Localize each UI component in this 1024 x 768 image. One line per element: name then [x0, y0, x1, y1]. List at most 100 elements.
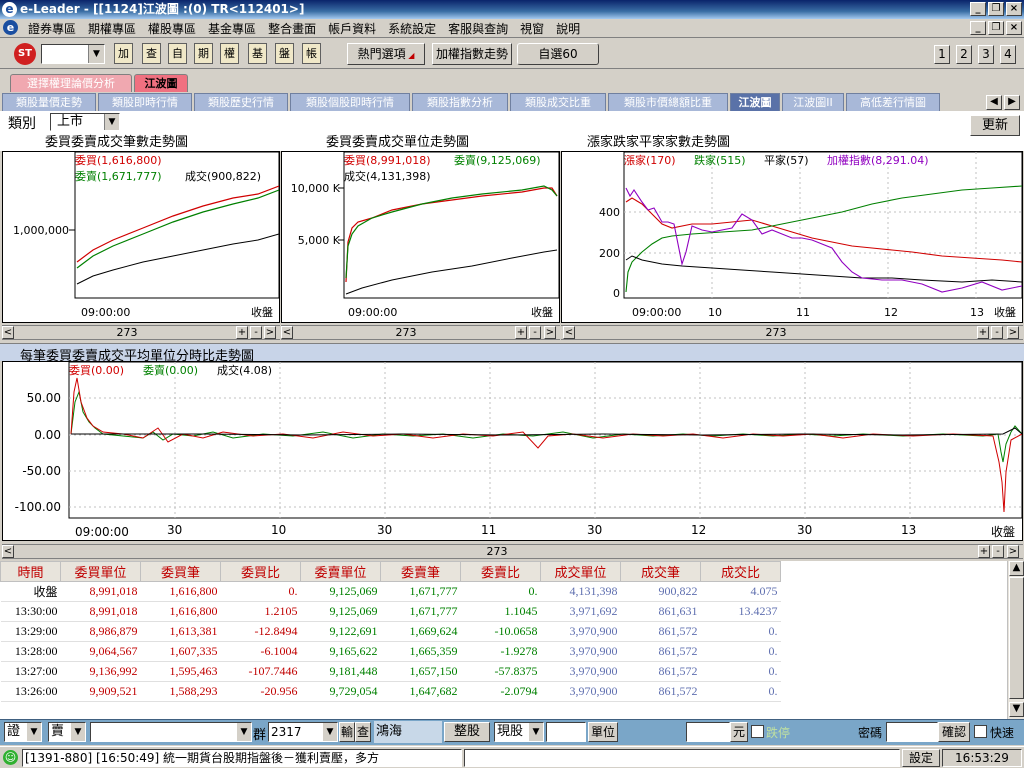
price-input[interactable]	[686, 722, 730, 742]
toolbar-icon-button[interactable]: 權	[220, 43, 239, 64]
tab-sector-stock-realtime[interactable]: 類股個股即時行情	[290, 93, 410, 111]
quantity-input[interactable]	[546, 722, 586, 742]
settings-button[interactable]: 設定	[902, 749, 940, 767]
minimize-icon[interactable]: _	[970, 21, 986, 35]
layout-2-button[interactable]: 2	[956, 45, 972, 64]
tab-jiangbo-chart-2[interactable]: 江波圖II	[782, 93, 844, 111]
layout-4-button[interactable]: 4	[1000, 45, 1016, 64]
account-select[interactable]: ▼	[90, 722, 252, 742]
chevron-down-icon[interactable]: ▼	[27, 723, 41, 741]
menu-item[interactable]: 系統設定	[382, 20, 442, 37]
table-row[interactable]: 13:29:00 8,986,879 1,613,381 -12.8494 9,122,…	[0, 621, 781, 642]
tab-sector-history[interactable]: 類股歷史行情	[194, 93, 288, 111]
input-button[interactable]: 輸	[339, 722, 355, 742]
minimize-icon[interactable]: _	[970, 2, 986, 16]
table-row[interactable]: 收盤 8,991,018 1,616,800 0. 9,125,069 1,671,777…	[0, 581, 781, 602]
menu-item[interactable]: 整合畫面	[262, 20, 322, 37]
toolbar-icon-button[interactable]: 盤	[275, 43, 294, 64]
stock-code-input[interactable]: 2317 ▼	[268, 722, 338, 742]
limit-down-checkbox[interactable]	[751, 725, 764, 738]
chevron-down-icon[interactable]: ▼	[323, 723, 337, 741]
custom-60-button[interactable]: 自選60	[517, 43, 599, 65]
zoom-out-icon[interactable]: -	[992, 545, 1004, 558]
zoom-in-icon[interactable]: +	[236, 326, 248, 339]
chevron-down-icon[interactable]: ▼	[104, 114, 119, 130]
password-input[interactable]	[886, 722, 938, 742]
tab-sector-price-volume[interactable]: 類股量價走勢	[2, 93, 96, 111]
scroll-left-icon[interactable]: <	[2, 326, 14, 339]
chevron-down-icon[interactable]: ▼	[237, 723, 251, 741]
close-icon[interactable]: ×	[1006, 2, 1022, 16]
scroll-up-icon[interactable]: ▲	[1009, 561, 1024, 576]
toolbar-icon-button[interactable]: 基	[248, 43, 267, 64]
menu-item[interactable]: 視窗	[514, 20, 550, 37]
layout-1-button[interactable]: 1	[934, 45, 950, 64]
lot-type-button[interactable]: 整股	[444, 722, 490, 742]
menu-item[interactable]: 客服與查詢	[442, 20, 514, 37]
refresh-button[interactable]: 更新	[970, 115, 1020, 136]
tab-jiangbo[interactable]: 江波圖	[134, 74, 188, 92]
scroll-right-icon[interactable]: >	[1007, 545, 1019, 558]
toolbar-icon-button[interactable]: 查	[142, 43, 161, 64]
chart3-scrollbar[interactable]: < 273 + - >	[561, 325, 1023, 340]
table-row[interactable]: 13:28:00 9,064,567 1,607,335 -6.1004 9,165,6…	[0, 641, 781, 662]
table-row[interactable]: 13:26:00 9,909,521 1,588,293 -20.956 9,729,0…	[0, 681, 781, 702]
tab-sector-cap-share[interactable]: 類股市價總額比重	[608, 93, 728, 111]
tab-option-theory[interactable]: 選擇權理論價分析	[10, 74, 132, 92]
toolbar-icon-button[interactable]: 期	[194, 43, 213, 64]
zoom-out-icon[interactable]: -	[250, 326, 262, 339]
restore-icon[interactable]: ❐	[988, 2, 1004, 16]
table-row[interactable]: 13:30:00 8,991,018 1,616,800 1.2105 9,125,06…	[0, 601, 781, 622]
chevron-down-icon[interactable]: ▼	[529, 723, 543, 741]
menu-item[interactable]: 期權專區	[82, 20, 142, 37]
zoom-out-icon[interactable]: -	[529, 326, 541, 339]
scroll-right-icon[interactable]: >	[544, 326, 556, 339]
tab-sector-index[interactable]: 類股指數分析	[412, 93, 508, 111]
query-button[interactable]: 查	[355, 722, 371, 742]
chart2-scrollbar[interactable]: < 273 + - >	[281, 325, 560, 340]
market-type-select[interactable]: 證 ▼	[4, 722, 42, 742]
stock-code-combo[interactable]: ▼	[41, 44, 105, 64]
zoom-in-icon[interactable]: +	[515, 326, 527, 339]
scroll-right-icon[interactable]: >	[1007, 326, 1019, 339]
restore-icon[interactable]: ❐	[988, 21, 1004, 35]
side-select[interactable]: 賣 ▼	[48, 722, 86, 742]
chart1-scrollbar[interactable]: < 273 + - >	[2, 325, 280, 340]
fast-checkbox[interactable]	[974, 725, 987, 738]
scroll-thumb[interactable]	[1009, 577, 1024, 699]
menu-item[interactable]: 帳戶資料	[322, 20, 382, 37]
scroll-down-icon[interactable]: ▼	[1009, 702, 1024, 717]
tab-sector-volume-share[interactable]: 類股成交比重	[510, 93, 606, 111]
zoom-out-icon[interactable]: -	[991, 326, 1003, 339]
confirm-button[interactable]: 確認	[938, 722, 970, 742]
toolbar-icon-button[interactable]: 自	[168, 43, 187, 64]
tab-high-low-spread[interactable]: 高低差行情圖	[846, 93, 940, 111]
menu-item[interactable]: 基金專區	[202, 20, 262, 37]
news-ticker[interactable]: [1391-880] [16:50:49] 統一期貨台股期指盤後－獲利賣壓，多方	[22, 749, 462, 767]
chevron-down-icon[interactable]: ▼	[88, 45, 104, 63]
toolbar-icon-button[interactable]: 帳	[302, 43, 321, 64]
chart4-scrollbar[interactable]: < 273 + - >	[2, 544, 1023, 559]
tab-sector-realtime[interactable]: 類股即時行情	[98, 93, 192, 111]
weighted-index-button[interactable]: 加權指數走勢	[432, 43, 512, 65]
chevron-down-icon[interactable]: ▼	[71, 723, 85, 741]
menu-item[interactable]: 權股專區	[142, 20, 202, 37]
scroll-right-icon[interactable]: >	[264, 326, 276, 339]
toolbar-icon-button[interactable]: 加	[114, 43, 133, 64]
table-row[interactable]: 13:27:00 9,136,992 1,595,463 -107.7446 9,181…	[0, 661, 781, 682]
table-scrollbar[interactable]: ▲ ▼	[1007, 561, 1024, 719]
close-icon[interactable]: ×	[1006, 21, 1022, 35]
hot-options-button[interactable]: 熱門選項 ◢	[347, 43, 425, 65]
tab-jiangbo-chart[interactable]: 江波圖	[730, 93, 780, 111]
scroll-left-icon[interactable]: <	[2, 545, 14, 558]
menu-item[interactable]: 證券專區	[22, 20, 82, 37]
category-select[interactable]: 上市 ▼	[50, 113, 120, 131]
zoom-in-icon[interactable]: +	[977, 326, 989, 339]
scroll-left-icon[interactable]: <	[563, 326, 575, 339]
stop-icon[interactable]: ST	[14, 43, 36, 65]
scroll-left-icon[interactable]: <	[281, 326, 293, 339]
zoom-in-icon[interactable]: +	[978, 545, 990, 558]
trade-type-select[interactable]: 現股 ▼	[494, 722, 544, 742]
tab-scroll-right-icon[interactable]: ▶	[1004, 95, 1020, 110]
layout-3-button[interactable]: 3	[978, 45, 994, 64]
